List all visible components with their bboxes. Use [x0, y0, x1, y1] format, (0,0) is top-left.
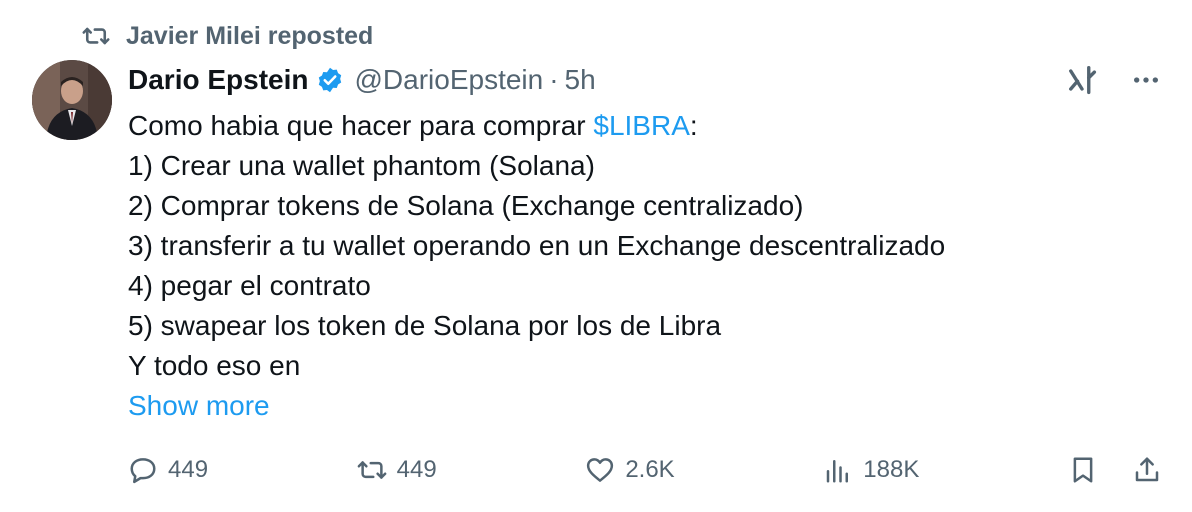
repost-icon [82, 27, 110, 45]
action-bar: 449 449 2.6K 188K [128, 448, 1162, 492]
views-button[interactable]: 188K [823, 455, 919, 485]
tweet-intro-line: Como habia que hacer para comprar $LIBRA… [128, 106, 1158, 146]
grok-icon[interactable] [1064, 62, 1100, 98]
trailing-text: Y todo eso en [128, 350, 301, 381]
like-count: 2.6K [625, 456, 675, 483]
repost-label[interactable]: Javier Milei reposted [126, 22, 373, 51]
views-count: 188K [863, 456, 920, 483]
views-icon [827, 460, 849, 483]
step-line: 5) swapear los token de Solana por los d… [128, 310, 722, 341]
more-icon[interactable] [1130, 64, 1162, 96]
tweet-card[interactable]: Javier Milei reposted Dario Epstein @Dar… [0, 0, 1192, 512]
share-button[interactable] [1132, 455, 1162, 485]
intro-colon: : [689, 110, 698, 141]
tweet-top-actions [1064, 62, 1162, 98]
like-button[interactable]: 2.6K [585, 455, 675, 485]
reply-button[interactable]: 449 [128, 455, 208, 485]
repost-icon [357, 461, 387, 479]
bookmark-button[interactable] [1068, 455, 1098, 485]
separator-dot: · [549, 64, 559, 95]
action-bar-right [1068, 455, 1162, 485]
avatar-image [32, 60, 112, 140]
share-icon [1135, 457, 1159, 482]
repost-count: 449 [396, 456, 437, 483]
like-icon [587, 458, 614, 482]
step-line: 2) Comprar tokens de Solana (Exchange ce… [128, 190, 804, 221]
step-line: 4) pegar el contrato [128, 270, 371, 301]
tweet-header: Dario Epstein @DarioEpstein · 5h [128, 60, 596, 100]
avatar[interactable] [32, 60, 112, 140]
repost-context: Javier Milei reposted [80, 20, 373, 52]
tweet-body: Como habia que hacer para comprar $LIBRA… [128, 106, 1158, 426]
step-line: 1) Crear una wallet phantom (Solana) [128, 150, 595, 181]
display-name[interactable]: Dario Epstein [128, 64, 308, 96]
reply-icon [130, 458, 156, 484]
timestamp[interactable]: 5h [565, 64, 596, 96]
step-line: 3) transferir a tu wallet operando en un… [128, 230, 946, 261]
repost-button[interactable]: 449 [357, 455, 437, 485]
cashtag-link[interactable]: $LIBRA [593, 110, 690, 141]
intro-text: Como habia que hacer para comprar [128, 110, 594, 141]
show-more-link[interactable]: Show more [128, 386, 1158, 426]
bookmark-icon [1073, 457, 1093, 483]
handle[interactable]: @DarioEpstein [354, 64, 543, 96]
verified-badge-icon[interactable] [316, 66, 344, 94]
reply-count: 449 [168, 456, 209, 483]
